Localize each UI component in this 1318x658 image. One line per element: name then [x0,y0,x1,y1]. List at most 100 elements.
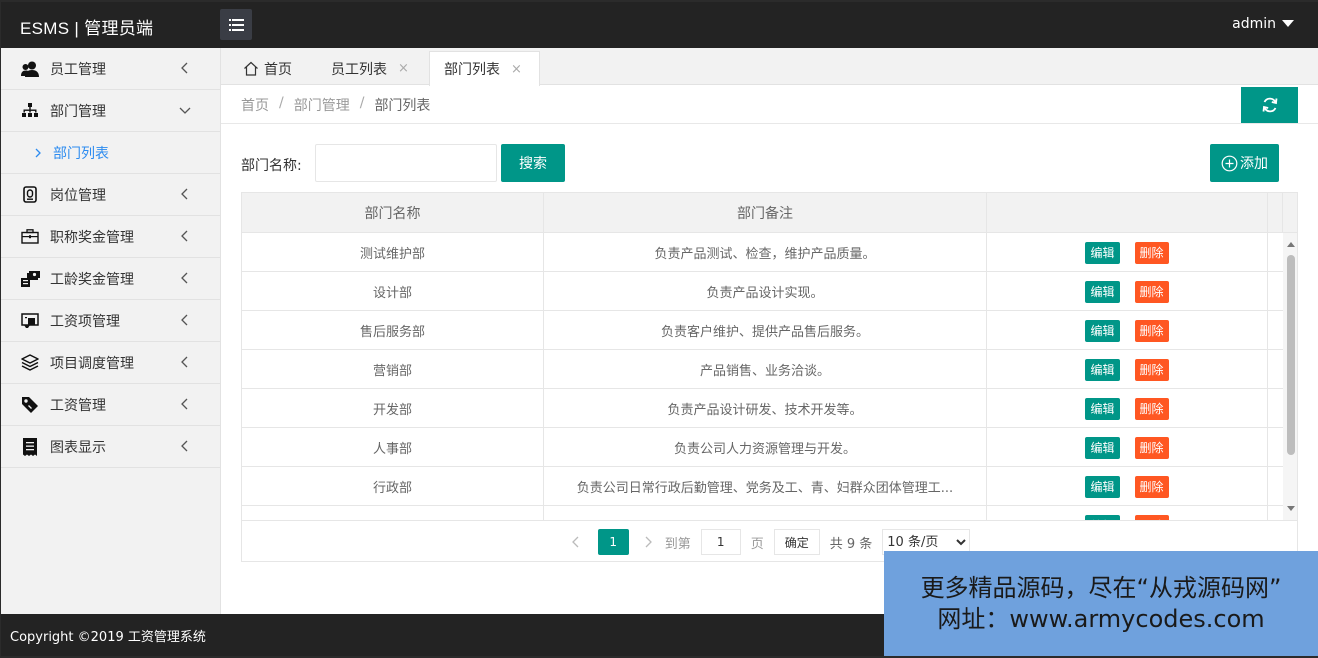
close-icon[interactable]: × [511,62,522,77]
sidebar-item-salary[interactable]: 工资管理 [1,384,220,426]
user-menu[interactable]: admin [1232,16,1294,32]
cell-department-name: 开发部 [242,389,544,428]
delete-button[interactable]: 删除 [1134,280,1169,303]
chevron-left-icon [181,356,188,368]
delete-button[interactable]: 删除 [1134,475,1169,498]
search-button[interactable]: 搜索 [501,144,565,182]
breadcrumb: 首页 / 部门管理 / 部门列表 [241,95,430,115]
refresh-button[interactable] [1241,87,1298,123]
cell-department-name: 行政部 [242,467,544,506]
table-row: 开发部 负责产品设计研发、技术开发等。 编辑 删除 [242,389,1283,428]
sidebar-item-seniority-bonus[interactable]: 工龄奖金管理 [1,258,220,300]
sitemap-icon [20,101,40,121]
sidebar-item-position[interactable]: 岗位管理 [1,174,220,216]
close-icon[interactable]: × [398,61,409,76]
breadcrumb-home[interactable]: 首页 [241,95,269,115]
chevron-left-icon [181,230,188,242]
sidebar-item-salary-items[interactable]: 工资项管理 [1,300,220,342]
table-row: 人事部 负责公司人力资源管理与开发。 编辑 删除 [242,428,1283,467]
cell-department-note: 负责公司人力资源管理与开发。 [544,428,987,467]
layers-icon [20,353,40,373]
goto-input[interactable]: 1 [700,529,741,555]
edit-button[interactable]: 编辑 [1085,280,1120,303]
cell-spacer [1268,350,1283,389]
tab-home[interactable]: 首页 [243,51,292,86]
scrollbar-thumb[interactable] [1287,255,1295,455]
sidebar-item-title-bonus[interactable]: 职称奖金管理 [1,216,220,258]
chevron-left-icon [181,272,188,284]
column-header-note[interactable]: 部门备注 [544,193,987,233]
department-table: 部门名称 部门备注 测试维护部 负责产品测试、检查，维护产品质量。 编辑 删除 设计部负… [241,192,1298,562]
briefcase-icon [20,227,40,247]
hamburger-icon [228,18,244,31]
add-circle-icon [1221,155,1238,171]
sidebar-item-project-dispatch[interactable]: 项目调度管理 [1,342,220,384]
scroll-up-icon[interactable] [1287,242,1295,247]
department-note-text: 负责产品设计研发、技术开发等。 [667,403,863,418]
sidebar-item-charts[interactable]: 图表显示 [1,426,220,468]
tab-label: 首页 [264,61,292,78]
cell-department-name: 人事部 [242,428,544,467]
delete-button[interactable]: 删除 [1134,319,1169,342]
chevron-right-icon [35,148,41,157]
copyright-text: Copyright ©2019 工资管理系统 [10,629,206,645]
cell-actions: 编辑删除 [987,350,1268,389]
page-current[interactable]: 1 [597,529,629,555]
delete-button[interactable]: 删除 [1134,436,1169,459]
add-button[interactable]: 添加 [1210,144,1279,182]
department-note-text: 负责公司人力资源管理与开发。 [673,442,856,457]
sidebar-subitem-department-list[interactable]: 部门列表 [1,132,220,174]
cell-spacer [1268,467,1283,506]
breadcrumb-department[interactable]: 部门管理 [294,95,350,115]
receipt-icon [20,437,40,457]
edit-button[interactable]: 编辑 [1085,241,1120,264]
delete-button[interactable]: 删除 [1134,397,1169,420]
cell-actions: 编辑删除 [987,311,1268,350]
edit-button[interactable]: 编辑 [1085,436,1120,459]
scroll-down-icon[interactable] [1287,506,1295,511]
chevron-left-icon [181,188,188,200]
edit-button[interactable]: 编辑 [1085,475,1120,498]
department-note-text: 负责公司日常行政后勤管理、党务及工、青、妇群众团体管理工... [576,481,954,496]
sidebar-item-department[interactable]: 部门管理 [1,90,220,132]
cell-department-name: 营销部 [242,350,544,389]
user-name: admin [1232,16,1276,32]
tab-label: 部门列表 [444,62,500,78]
search-label: 部门名称: [241,158,302,174]
table-row: 测试维护部 负责产品测试、检查，维护产品质量。 编辑 删除 [242,233,1283,272]
cell-actions: 编辑删除 [987,233,1268,272]
table-scrollbar[interactable] [1283,233,1297,520]
prev-page-icon[interactable] [571,536,581,548]
edit-button[interactable]: 编辑 [1085,319,1120,342]
next-page-icon[interactable] [643,536,653,548]
delete-button[interactable]: 删除 [1134,241,1169,264]
department-note-text: 负责产品测试、检查，维护产品质量。 [654,247,876,262]
edit-button[interactable]: 编辑 [1085,397,1120,420]
cell-spacer [1268,311,1283,350]
users-icon [20,59,40,79]
table-header: 部门名称 部门备注 [242,193,1297,233]
chevron-left-icon [181,398,188,410]
cell-actions: 编辑删除 [987,467,1268,506]
tab-employee-list[interactable]: 员工列表 × [331,51,409,86]
sidebar-item-label: 部门管理 [50,103,106,120]
sidebar-item-label: 工龄奖金管理 [50,271,134,288]
sidebar-item-employee[interactable]: 员工管理 [1,48,220,90]
department-name-input[interactable] [315,144,497,182]
cell-department-name: 测试维护部 [242,233,544,272]
cell-department-note: 负责客户维护、提供产品售后服务。 [544,311,987,350]
goto-confirm-button[interactable]: 确定 [773,529,820,555]
column-header-actions [987,193,1268,233]
column-header-name[interactable]: 部门名称 [242,193,544,233]
app-title: ESMS | 管理员端 [20,19,154,38]
cell-department-note: 负责产品设计实现。 [544,272,987,311]
edit-button[interactable]: 编辑 [1085,358,1120,381]
menu-toggle-button[interactable] [220,9,252,40]
refresh-icon [1262,97,1277,113]
department-note-text: 产品销售、业务洽谈。 [699,364,830,379]
presentation-icon [20,311,40,331]
money-icon [20,269,40,289]
tab-department-list[interactable]: 部门列表 × [429,51,540,86]
total-count: 共 9 条 [829,536,873,552]
delete-button[interactable]: 删除 [1134,358,1169,381]
